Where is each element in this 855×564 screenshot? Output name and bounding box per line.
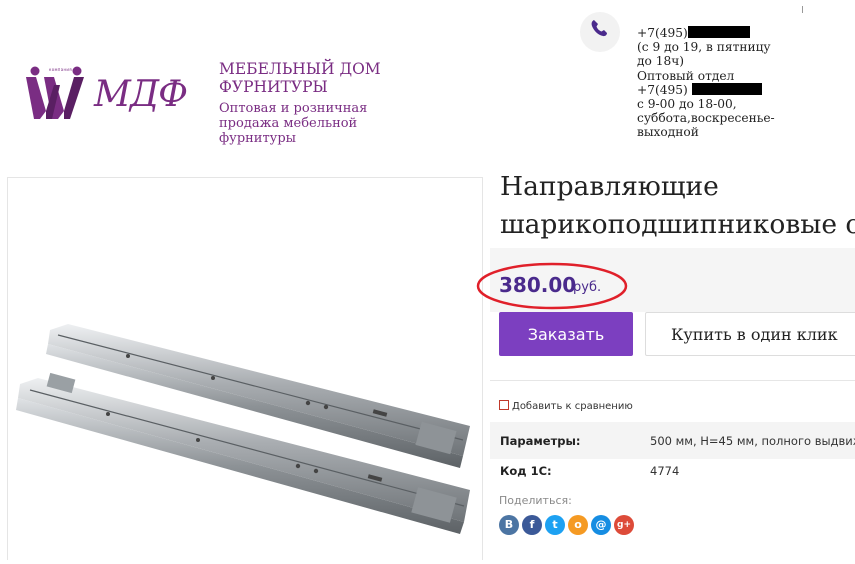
- buy-one-click-button[interactable]: Купить в один клик: [645, 312, 855, 356]
- phone-prefix-2: +7(495): [637, 82, 688, 97]
- odnoklassniki-icon[interactable]: o: [568, 515, 588, 535]
- hours-retail: (с 9 до 19, в пятницу до 18ч): [637, 40, 771, 69]
- twitter-icon[interactable]: t: [545, 515, 565, 535]
- divider: [490, 380, 855, 381]
- decor-tick: [802, 6, 803, 13]
- spec-value: 500 мм, Н=45 мм, полного выдвижения: [650, 434, 855, 448]
- brand-title[interactable]: МЕБЕЛЬНЫЙ ДОМ ФУРНИТУРЫ: [219, 60, 399, 96]
- logo-small-text: компания: [49, 67, 72, 72]
- site-logo[interactable]: компания МДФ: [24, 63, 194, 125]
- facebook-icon[interactable]: f: [522, 515, 542, 535]
- compare-label: Добавить к сравнению: [512, 401, 633, 412]
- wholesale-label: Оптовый отдел: [637, 68, 735, 83]
- brand-subtitle: Оптовая и розничная продажа мебельной фу…: [219, 101, 368, 146]
- spec-label: Код 1С:: [500, 464, 552, 478]
- share-label: Поделиться:: [499, 494, 572, 507]
- phone-prefix-1: +7(495): [637, 26, 688, 40]
- vk-icon[interactable]: B: [499, 515, 519, 535]
- phone-line-2[interactable]: +7(495): [637, 82, 837, 97]
- logo-letters: МДФ: [94, 74, 188, 115]
- add-to-compare[interactable]: Добавить к сравнению: [499, 400, 633, 412]
- highlight-circle: [476, 262, 628, 310]
- phone-icon: [591, 20, 607, 37]
- spec-row-code: Код 1С: 4774: [490, 452, 855, 489]
- phone-line-1[interactable]: +7(495): [637, 26, 837, 40]
- product-title: Направляющие шарикоподшипниковые с довод…: [500, 171, 855, 240]
- logo-w-icon: [26, 66, 84, 119]
- contact-block: +7(495) (с 9 до 19, в пятницу до 18ч) Оп…: [637, 26, 837, 140]
- redacted-number: [691, 82, 762, 95]
- product-image[interactable]: [7, 177, 483, 560]
- spec-label: Параметры:: [500, 434, 581, 448]
- phone-icon-badge: [580, 12, 620, 52]
- compare-checkbox[interactable]: [499, 400, 509, 410]
- mailru-icon[interactable]: @: [591, 515, 611, 535]
- googleplus-icon[interactable]: g+: [614, 515, 634, 535]
- hours-wholesale: с 9-00 до 18-00, суббота,воскресенье- вы…: [637, 97, 775, 140]
- spec-value: 4774: [650, 464, 680, 478]
- redacted-number: [687, 26, 750, 38]
- order-button[interactable]: Заказать: [499, 312, 633, 356]
- drawer-slides-image: [16, 324, 470, 534]
